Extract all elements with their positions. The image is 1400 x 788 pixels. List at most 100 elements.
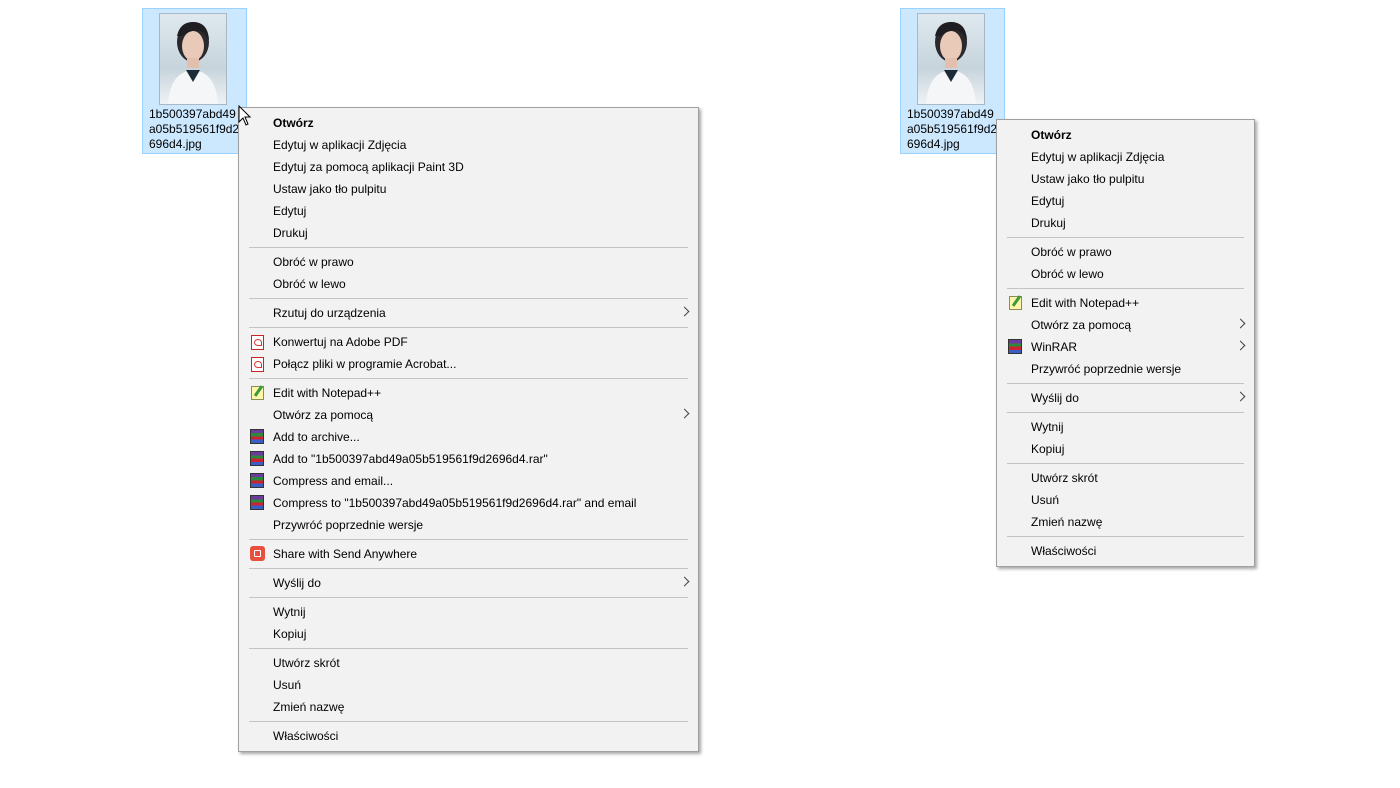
image-thumbnail — [917, 13, 985, 105]
menu-item-obroc-w-lewo[interactable]: Obróć w lewo — [997, 263, 1254, 285]
file-icon-left[interactable]: 1b500397abd49a05b519561f9d2696d4.jpg — [142, 8, 247, 154]
menu-item-zmien-nazwe[interactable]: Zmień nazwę — [239, 696, 698, 718]
menu-item-label: Ustaw jako tło pulpitu — [273, 182, 387, 196]
menu-item-otworz-za-pomoca[interactable]: Otwórz za pomocą — [997, 314, 1254, 336]
menu-item-otworz[interactable]: Otwórz — [239, 112, 698, 134]
menu-item-edytuj-za-pomoca-aplikacji-paint-3d[interactable]: Edytuj za pomocą aplikacji Paint 3D — [239, 156, 698, 178]
menu-item-label: Przywróć poprzednie wersje — [273, 518, 424, 532]
menu-item-obroc-w-prawo[interactable]: Obróć w prawo — [239, 251, 698, 273]
menu-item-otworz[interactable]: Otwórz — [997, 124, 1254, 146]
menu-item-kopiuj[interactable]: Kopiuj — [997, 438, 1254, 460]
menu-item-add-to-1b500397abd49a05b519561f9d2696d4-[interactable]: Add to "1b500397abd49a05b519561f9d2696d4… — [239, 448, 698, 470]
menu-item-drukuj[interactable]: Drukuj — [997, 212, 1254, 234]
menu-item-label: Rzutuj do urządzenia — [273, 306, 386, 320]
menu-item-wytnij[interactable]: Wytnij — [239, 601, 698, 623]
menu-item-edytuj-w-aplikacji-zdjecia[interactable]: Edytuj w aplikacji Zdjęcia — [239, 134, 698, 156]
menu-item-compress-and-email[interactable]: Compress and email... — [239, 470, 698, 492]
winrar-icon — [250, 429, 264, 444]
menu-item-label: Wyślij do — [1031, 391, 1079, 405]
menu-item-po-acz-pliki-w-programie-acrobat[interactable]: Połącz pliki w programie Acrobat... — [239, 353, 698, 375]
menu-item-label: Obróć w prawo — [273, 255, 354, 269]
menu-item-otworz-za-pomoca[interactable]: Otwórz za pomocą — [239, 404, 698, 426]
menu-item-rzutuj-do-urzadzenia[interactable]: Rzutuj do urządzenia — [239, 302, 698, 324]
notepad-icon — [1009, 296, 1022, 310]
menu-item-edit-with-notepad[interactable]: Edit with Notepad++ — [997, 292, 1254, 314]
menu-item-label: Ustaw jako tło pulpitu — [1031, 172, 1145, 186]
menu-separator — [249, 648, 688, 649]
menu-item-usun[interactable]: Usuń — [997, 489, 1254, 511]
menu-separator — [249, 597, 688, 598]
chevron-right-icon — [679, 408, 690, 419]
menu-separator — [1007, 536, 1244, 537]
menu-item-label: Zmień nazwę — [1031, 515, 1103, 529]
menu-item-label: Wytnij — [1031, 420, 1064, 434]
menu-item-utworz-skrot[interactable]: Utwórz skrót — [239, 652, 698, 674]
menu-item-label: Edytuj — [273, 204, 307, 218]
menu-item-zmien-nazwe[interactable]: Zmień nazwę — [997, 511, 1254, 533]
menu-item-label: Edit with Notepad++ — [1031, 296, 1140, 310]
menu-item-edytuj-w-aplikacji-zdjecia[interactable]: Edytuj w aplikacji Zdjęcia — [997, 146, 1254, 168]
menu-item-label: Obróć w lewo — [273, 277, 346, 291]
menu-item-label: Utwórz skrót — [273, 656, 340, 670]
menu-item-compress-to-1b500397abd49a05b519561f9d26[interactable]: Compress to "1b500397abd49a05b519561f9d2… — [239, 492, 698, 514]
menu-item-usun[interactable]: Usuń — [239, 674, 698, 696]
notepad-icon — [251, 386, 264, 400]
menu-item-label: Share with Send Anywhere — [273, 547, 418, 561]
menu-item-share-with-send-anywhere[interactable]: Share with Send Anywhere — [239, 543, 698, 565]
menu-item-label: Usuń — [1031, 493, 1060, 507]
menu-item-wyslij-do[interactable]: Wyślij do — [239, 572, 698, 594]
menu-item-kopiuj[interactable]: Kopiuj — [239, 623, 698, 645]
menu-item-label: Usuń — [273, 678, 302, 692]
mouse-cursor-icon — [238, 105, 252, 126]
context-menu-left: Otwórz Edytuj w aplikacji Zdjęcia Edytuj z… — [238, 107, 699, 752]
menu-item-label: Otwórz za pomocą — [273, 408, 374, 422]
menu-separator — [1007, 463, 1244, 464]
menu-item-obroc-w-lewo[interactable]: Obróć w lewo — [239, 273, 698, 295]
menu-item-label: Wytnij — [273, 605, 306, 619]
menu-item-label: Kopiuj — [273, 627, 307, 641]
menu-item-w-asciwosci[interactable]: Właściwości — [239, 725, 698, 747]
menu-item-label: Drukuj — [1031, 216, 1066, 230]
menu-item-label: Add to "1b500397abd49a05b519561f9d2696d4… — [273, 452, 548, 466]
menu-item-ustaw-jako-t-o-pulpitu[interactable]: Ustaw jako tło pulpitu — [239, 178, 698, 200]
menu-separator — [1007, 383, 1244, 384]
context-menu-right: Otwórz Edytuj w aplikacji Zdjęcia Ustaw ja… — [996, 119, 1255, 567]
menu-item-edit-with-notepad[interactable]: Edit with Notepad++ — [239, 382, 698, 404]
menu-item-przywroc-poprzednie-wersje[interactable]: Przywróć poprzednie wersje — [997, 358, 1254, 380]
menu-item-przywroc-poprzednie-wersje[interactable]: Przywróć poprzednie wersje — [239, 514, 698, 536]
menu-separator — [249, 327, 688, 328]
chevron-right-icon — [679, 576, 690, 587]
menu-item-wyslij-do[interactable]: Wyślij do — [997, 387, 1254, 409]
menu-item-edytuj[interactable]: Edytuj — [239, 200, 698, 222]
menu-item-obroc-w-prawo[interactable]: Obróć w prawo — [997, 241, 1254, 263]
pdf-icon — [251, 335, 264, 350]
menu-separator — [249, 568, 688, 569]
menu-separator — [1007, 288, 1244, 289]
menu-item-utworz-skrot[interactable]: Utwórz skrót — [997, 467, 1254, 489]
menu-item-label: Compress and email... — [273, 474, 394, 488]
chevron-right-icon — [679, 306, 690, 317]
menu-item-label: Utwórz skrót — [1031, 471, 1098, 485]
menu-item-add-to-archive[interactable]: Add to archive... — [239, 426, 698, 448]
menu-separator — [249, 539, 688, 540]
winrar-icon — [250, 451, 264, 466]
send-anywhere-icon — [250, 546, 265, 561]
menu-item-label: Przywróć poprzednie wersje — [1031, 362, 1182, 376]
menu-item-edytuj[interactable]: Edytuj — [997, 190, 1254, 212]
menu-item-drukuj[interactable]: Drukuj — [239, 222, 698, 244]
file-icon-right[interactable]: 1b500397abd49a05b519561f9d2696d4.jpg — [900, 8, 1005, 154]
menu-item-ustaw-jako-t-o-pulpitu[interactable]: Ustaw jako tło pulpitu — [997, 168, 1254, 190]
menu-separator — [249, 721, 688, 722]
menu-item-label: Obróć w prawo — [1031, 245, 1112, 259]
menu-item-label: Otwórz — [1031, 128, 1072, 142]
menu-separator — [1007, 237, 1244, 238]
menu-separator — [249, 378, 688, 379]
menu-item-w-asciwosci[interactable]: Właściwości — [997, 540, 1254, 562]
chevron-right-icon — [1235, 391, 1246, 402]
image-thumbnail — [159, 13, 227, 105]
winrar-icon — [250, 473, 264, 488]
menu-item-konwertuj-na-adobe-pdf[interactable]: Konwertuj na Adobe PDF — [239, 331, 698, 353]
menu-item-winrar[interactable]: WinRAR — [997, 336, 1254, 358]
menu-item-wytnij[interactable]: Wytnij — [997, 416, 1254, 438]
menu-item-label: Drukuj — [273, 226, 308, 240]
